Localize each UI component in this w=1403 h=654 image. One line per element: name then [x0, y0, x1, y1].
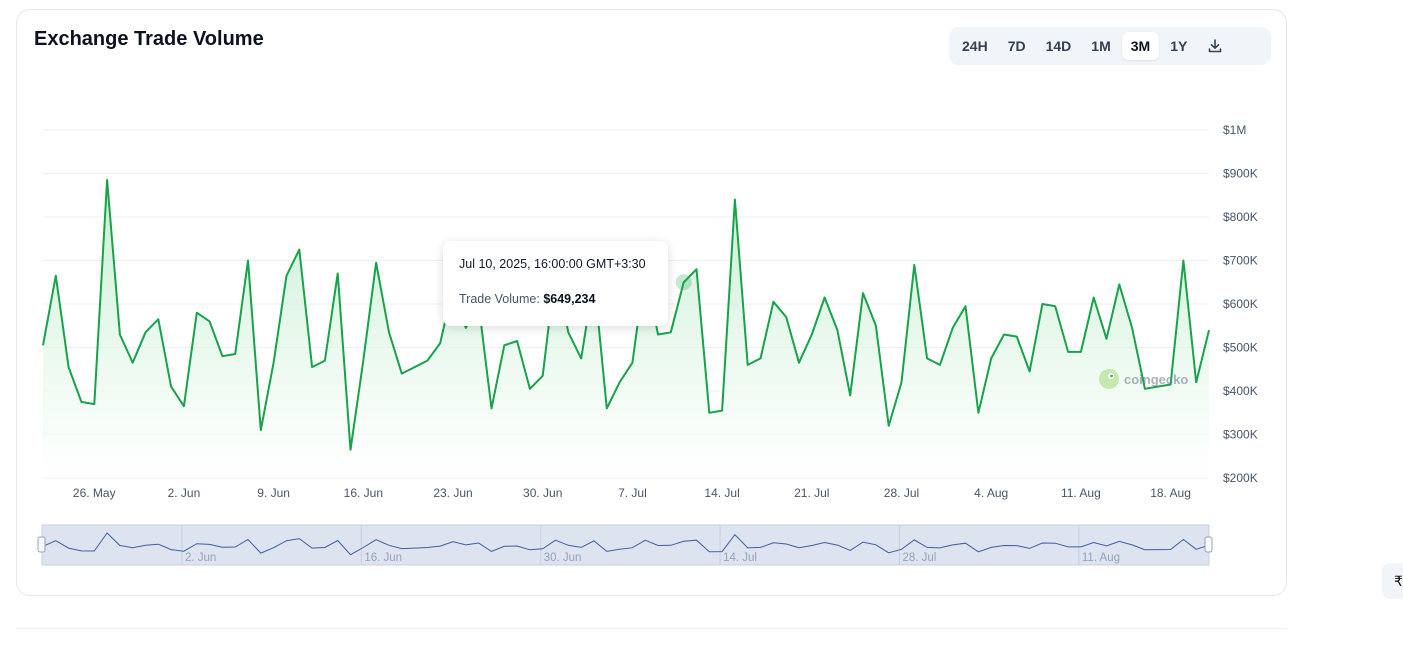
currency-glyph: ₹ [1394, 572, 1403, 589]
x-tick-label: 7. Jul [618, 486, 647, 500]
tooltip-value: $649,234 [543, 292, 596, 306]
navigator-label: 2. Jun [185, 552, 216, 564]
navigator-label: 14. Jul [723, 552, 757, 564]
tooltip-row: Trade Volume: $649,234 [459, 292, 652, 306]
y-tick-label: $700K [1223, 254, 1258, 268]
x-tick-label: 11. Aug [1061, 486, 1101, 500]
x-tick-label: 4. Aug [974, 486, 1008, 500]
range-navigator[interactable]: 2. Jun 16. Jun 30. Jun 14. Jul 28. Jul 11. Au… [37, 524, 1213, 566]
x-tick-label: 2. Jun [168, 486, 201, 500]
x-tick-label: 9. Jun [257, 486, 290, 500]
y-tick-label: $800K [1223, 210, 1258, 224]
tooltip-label: Trade Volume: [459, 292, 540, 306]
watermark-text: coingecko [1124, 371, 1189, 387]
trade-volume-chart: $200K $300K $400K $500K $600K $700K $800K $900K… [37, 123, 1258, 566]
navigator-label: 16. Jun [364, 552, 402, 564]
navigator-left-handle[interactable] [37, 536, 46, 553]
x-tick-label: 30. Jun [523, 486, 562, 500]
y-tick-label: $1M [1223, 123, 1246, 137]
coingecko-logo-icon [1099, 369, 1119, 389]
x-tick-label: 14. Jul [704, 486, 739, 500]
y-tick-label: $400K [1223, 384, 1258, 398]
chart-tooltip: Jul 10, 2025, 16:00:00 GMT+3:30 Trade Vo… [443, 241, 668, 326]
x-tick-label: 23. Jun [433, 486, 472, 500]
y-tick-label: $600K [1223, 297, 1258, 311]
x-tick-label: 21. Jul [794, 486, 829, 500]
x-axis-labels: 26. May 2. Jun 9. Jun 16. Jun 23. Jun 30. Jun… [73, 486, 1191, 500]
hover-point [675, 274, 692, 291]
x-tick-label: 26. May [73, 486, 116, 500]
x-tick-label: 16. Jun [344, 486, 383, 500]
y-tick-label: $500K [1223, 341, 1258, 355]
y-axis-labels: $200K $300K $400K $500K $600K $700K $800K $900K… [1223, 123, 1258, 485]
x-tick-label: 18. Aug [1150, 486, 1191, 500]
currency-button[interactable]: ₹ [1382, 563, 1403, 599]
tooltip-date: Jul 10, 2025, 16:00:00 GMT+3:30 [459, 257, 646, 271]
volume-area [43, 180, 1209, 478]
navigator-label: 28. Jul [902, 552, 936, 564]
navigator-label: 30. Jun [544, 552, 582, 564]
navigator-label: 11. Aug [1082, 552, 1120, 564]
y-tick-label: $300K [1223, 428, 1258, 442]
navigator-right-handle[interactable] [1204, 536, 1213, 553]
y-tick-label: $200K [1223, 471, 1258, 485]
x-tick-label: 28. Jul [884, 486, 919, 500]
y-tick-label: $900K [1223, 167, 1258, 181]
section-divider [16, 628, 1287, 629]
coingecko-watermark: coingecko [1098, 368, 1188, 390]
